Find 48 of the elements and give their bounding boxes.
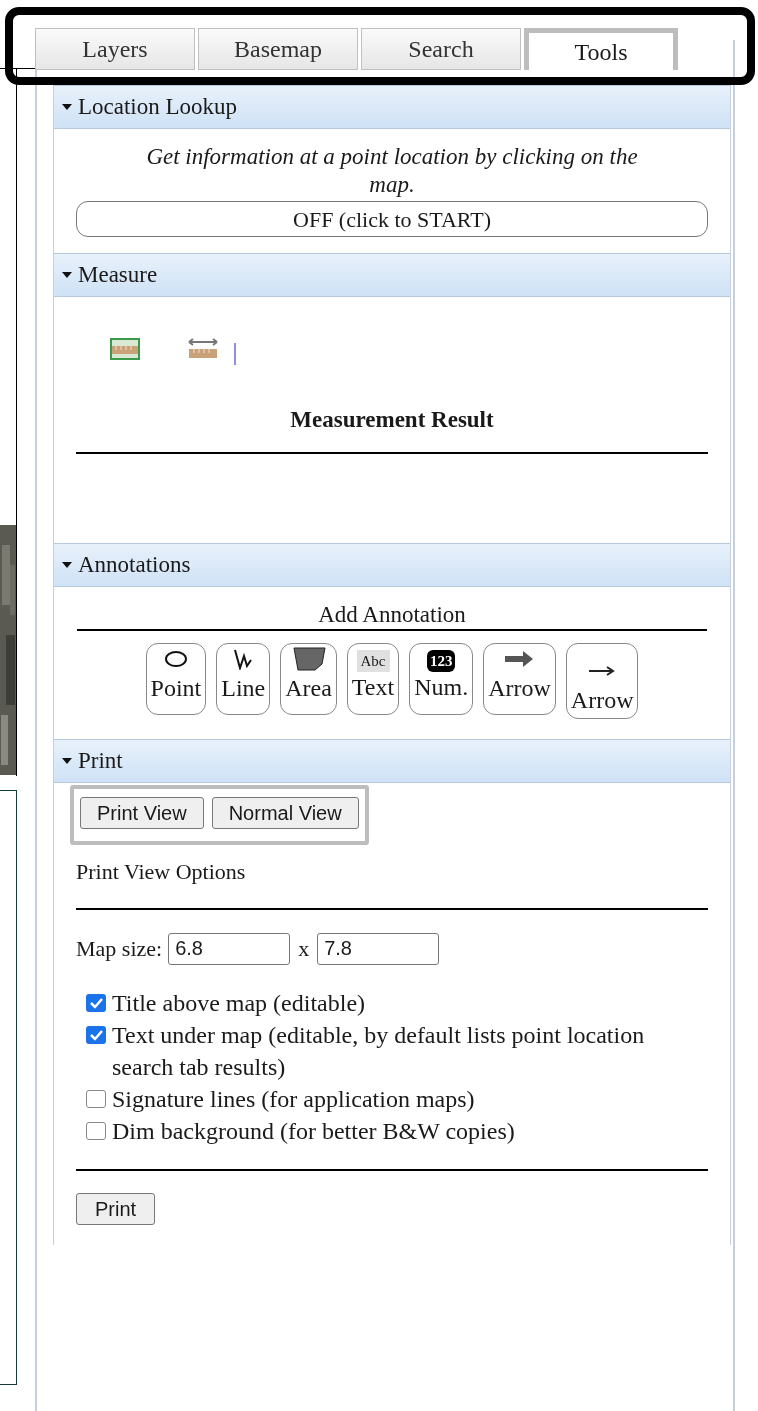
annotation-tool-button[interactable]: Arrow bbox=[483, 643, 556, 715]
annotation-tool-button[interactable]: Line bbox=[216, 643, 271, 715]
section-title: Annotations bbox=[78, 550, 191, 579]
section-title: Location Lookup bbox=[78, 92, 238, 121]
collapse-triangle-icon[interactable] bbox=[62, 272, 72, 278]
collapse-triangle-icon[interactable] bbox=[62, 758, 72, 764]
annotation-tool-button[interactable]: 123 Num. bbox=[409, 643, 474, 715]
text-cursor-icon bbox=[234, 343, 236, 365]
section-header[interactable]: Annotations bbox=[54, 543, 730, 587]
separator-text: x bbox=[298, 935, 310, 963]
checkbox[interactable] bbox=[86, 1090, 106, 1108]
view-button[interactable]: Print View bbox=[80, 797, 204, 829]
tab[interactable]: Search bbox=[361, 28, 521, 70]
result-heading: Measurement Result bbox=[289, 406, 495, 434]
option-label: Title above map (editable) bbox=[112, 989, 366, 1018]
annotation-tool-button[interactable]: Arrow bbox=[565, 643, 639, 719]
tab[interactable]: Basemap bbox=[198, 28, 358, 70]
size-label: Map size: bbox=[76, 935, 163, 963]
annotation-tool-button[interactable]: Area bbox=[280, 643, 337, 715]
options-heading: Print View Options bbox=[76, 858, 247, 886]
text-sample: Abc bbox=[356, 650, 390, 672]
area-measure-icon[interactable] bbox=[108, 336, 142, 362]
collapse-triangle-icon[interactable] bbox=[62, 562, 72, 568]
option-label: Text under map (editable, by default lists point location search tab results) bbox=[112, 1021, 646, 1082]
collapse-triangle-icon[interactable] bbox=[62, 104, 72, 110]
annotation-heading: Add Annotation bbox=[318, 601, 466, 629]
option-label: Dim background (for better B&W copies) bbox=[112, 1117, 515, 1146]
tab[interactable]: Tools bbox=[524, 28, 678, 70]
section-header[interactable]: Location Lookup bbox=[54, 85, 730, 129]
height-input[interactable]: 7.8 bbox=[317, 932, 440, 965]
annotation-tool-button[interactable]: Point bbox=[145, 643, 207, 715]
checkbox[interactable] bbox=[86, 1026, 106, 1044]
number-sample: 123 bbox=[426, 650, 456, 672]
view-button[interactable]: Normal View bbox=[211, 797, 359, 829]
print-button[interactable]: Print bbox=[76, 1193, 156, 1225]
option-label: Signature lines (for application maps) bbox=[112, 1085, 475, 1114]
section-title: Print bbox=[78, 746, 123, 775]
hint-text: Get information at a point location by clicking on the map. bbox=[145, 143, 639, 199]
annotation-tool-button[interactable]: Abc Text bbox=[346, 643, 400, 715]
checkbox[interactable] bbox=[86, 1122, 106, 1140]
polygon-icon bbox=[291, 644, 326, 674]
checkbox[interactable] bbox=[86, 994, 106, 1012]
section-title: Measure bbox=[78, 260, 158, 289]
section-header[interactable]: Measure bbox=[54, 253, 730, 297]
toggle-button[interactable]: OFF (click to START) bbox=[76, 201, 708, 237]
width-input[interactable]: 6.8 bbox=[168, 932, 291, 965]
tab[interactable]: Layers bbox=[35, 28, 195, 70]
section-header[interactable]: Print bbox=[54, 739, 730, 783]
